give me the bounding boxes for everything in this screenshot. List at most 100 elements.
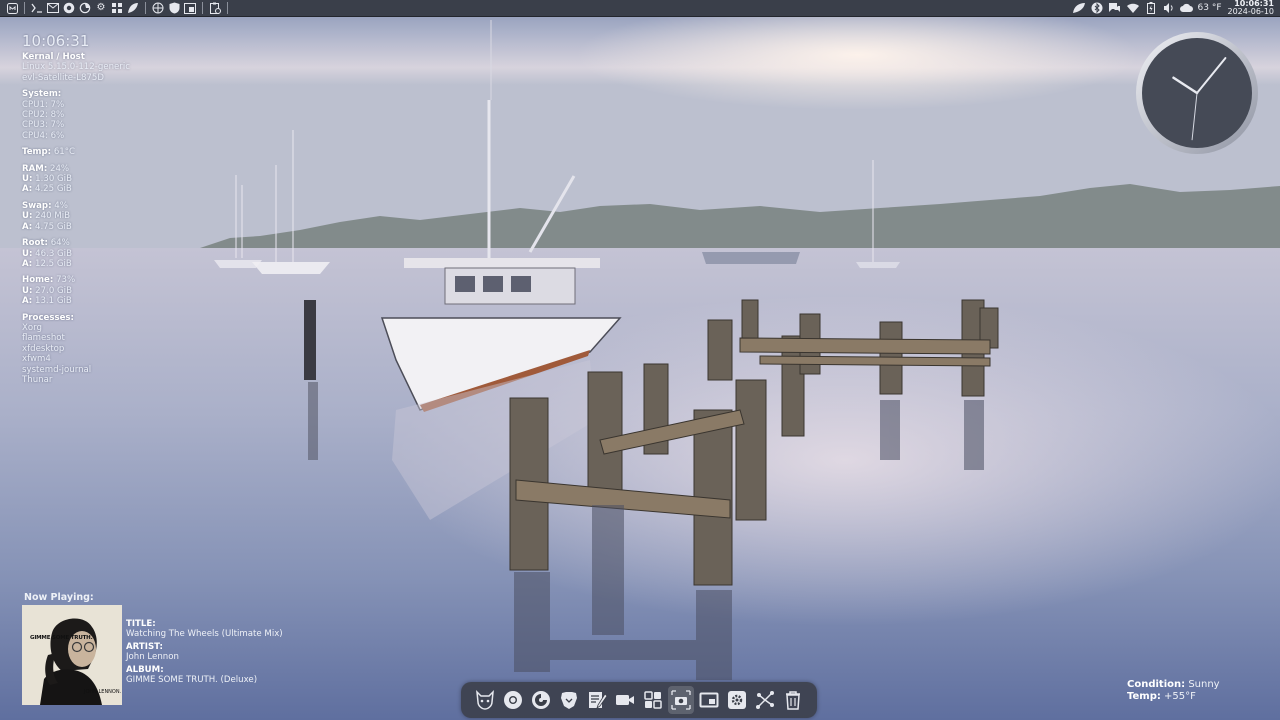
settings-gear-icon[interactable]: ⚙ xyxy=(94,1,108,15)
conky-process-item: xfwm4 xyxy=(22,354,51,365)
conky-cpu2: CPU2: 8% xyxy=(22,110,65,121)
shield-icon[interactable] xyxy=(167,1,181,15)
dock-item-video-camera[interactable] xyxy=(612,686,638,714)
conky-home-avail-value: 13.1 GiB xyxy=(34,296,72,307)
conky-system-header: System: xyxy=(22,89,62,100)
panel-separator xyxy=(202,2,203,14)
app-grid-icon xyxy=(644,691,662,709)
dock-item-text-editor[interactable] xyxy=(584,686,610,714)
conky-cpu3: CPU3: 7% xyxy=(22,120,65,131)
volume-icon[interactable] xyxy=(1162,1,1176,15)
dock-item-brave[interactable] xyxy=(556,686,582,714)
window-icon xyxy=(699,692,719,708)
conky-system-monitor: 10:06:31 Kernal / Host Linux 5.15.0-112-… xyxy=(22,32,130,385)
conky-swap-avail: A: 4.75 GiB xyxy=(22,222,130,232)
weather-temp-label: Temp: xyxy=(1127,691,1161,702)
conky-root-used-value: 46.3 GiB xyxy=(35,248,72,259)
conky-home-avail: A: 13.1 GiB xyxy=(22,296,130,306)
conky-swap-avail-label: A: xyxy=(22,221,33,232)
conky-ram-value: 24% xyxy=(50,163,70,174)
conky-root: Root: 64% xyxy=(22,238,130,248)
conky-host: evl-Satellite-L875D xyxy=(22,72,104,83)
weather-temp-value: +55°F xyxy=(1164,691,1196,702)
dock-item-screenshot[interactable] xyxy=(668,686,694,714)
leaf-tray-icon[interactable] xyxy=(1072,1,1086,15)
cat-face-icon xyxy=(476,689,494,710)
conky-kernel-header: Kernal / Host xyxy=(22,52,85,62)
dock-item-settings[interactable] xyxy=(724,686,750,714)
weather-condition-value: Sunny xyxy=(1188,679,1220,690)
wifi-icon[interactable] xyxy=(1126,1,1140,15)
conky-home-used-value: 27.0 GiB xyxy=(35,285,72,296)
text-editor-icon xyxy=(589,692,608,709)
screenshot-camera-icon xyxy=(671,690,691,710)
dock-item-trash[interactable] xyxy=(780,686,806,714)
firefox-icon[interactable] xyxy=(78,1,92,15)
conky-root-value: 64% xyxy=(50,238,70,249)
conky-process-item: Thunar xyxy=(22,374,53,385)
network-graph-icon xyxy=(756,691,774,709)
conky-temp-label: Temp: xyxy=(22,147,52,158)
browser-icon[interactable] xyxy=(62,1,76,15)
panel-launchers: ⚙ xyxy=(0,0,232,16)
dock-item-app-grid[interactable] xyxy=(640,686,666,714)
whisker-menu-icon[interactable] xyxy=(5,1,19,15)
conky-ram-avail: A: 4.25 GiB xyxy=(22,184,130,194)
top-panel: ⚙ 63 °F 10:06:31 2024-06-10 xyxy=(0,0,1280,17)
conky-swap: Swap: 4% xyxy=(22,201,130,211)
conky-process-item: systemd-journal xyxy=(22,364,92,375)
chat-icon[interactable] xyxy=(1108,1,1122,15)
panel-tray: 63 °F 10:06:31 2024-06-10 xyxy=(1070,0,1280,16)
conky-ram: RAM: 24% xyxy=(22,164,130,174)
dock-item-chrome[interactable] xyxy=(500,686,526,714)
leaf-app-icon[interactable] xyxy=(126,1,140,15)
panel-clock[interactable]: 10:06:31 2024-06-10 xyxy=(1228,0,1275,16)
conky-root-used-label: U: xyxy=(22,248,33,259)
terminal-icon[interactable] xyxy=(30,1,44,15)
mail-icon[interactable] xyxy=(46,1,60,15)
conky-processes-header: Processes: xyxy=(22,312,74,323)
conky-root-avail-value: 12.5 GiB xyxy=(34,258,72,269)
conky-root-avail-label: A: xyxy=(22,258,33,269)
desktop-wallpaper xyxy=(0,0,1280,720)
conky-root-avail: A: 12.5 GiB xyxy=(22,259,130,269)
conky-cpu4: CPU4: 6% xyxy=(22,130,65,141)
brave-lion-icon xyxy=(561,692,577,709)
clipboard-icon[interactable] xyxy=(208,1,222,15)
conky-home-used: U: 27.0 GiB xyxy=(22,286,130,296)
conky-swap-used-label: U: xyxy=(22,211,33,222)
conky-root-used: U: 46.3 GiB xyxy=(22,249,130,259)
cloud-weather-icon[interactable] xyxy=(1180,1,1194,15)
workspace-globe-icon[interactable] xyxy=(151,1,165,15)
chrome-icon xyxy=(504,691,522,709)
now-playing-artist: John Lennon xyxy=(126,651,179,662)
dock-item-window-manager[interactable] xyxy=(696,686,722,714)
now-playing-album: GIMME SOME TRUTH. (Deluxe) xyxy=(126,674,258,685)
file-manager-icon[interactable] xyxy=(110,1,124,15)
conky-swap-used: U: 240 MiB xyxy=(22,211,130,221)
conky-home-label: Home: xyxy=(22,275,54,286)
weather-temp: Temp: +55°F xyxy=(1127,691,1220,703)
conky-ram-avail-value: 4.25 GiB xyxy=(34,184,72,195)
conky-swap-used-value: 240 MiB xyxy=(35,211,70,222)
window-icon[interactable] xyxy=(183,1,197,15)
panel-weather-temp[interactable]: 63 °F xyxy=(1198,3,1222,13)
conky-temp-value: 61°C xyxy=(53,147,76,158)
battery-charging-icon[interactable] xyxy=(1144,1,1158,15)
firefox-icon xyxy=(532,691,550,709)
panel-separator xyxy=(227,2,228,14)
conky-root-label: Root: xyxy=(22,238,48,249)
weather-condition: Condition: Sunny xyxy=(1127,679,1220,691)
conky-swap-value: 4% xyxy=(54,200,68,211)
bluetooth-icon[interactable] xyxy=(1090,1,1104,15)
dock-item-network-graph[interactable] xyxy=(752,686,778,714)
album-art: GIMME SOME TRUTH. JOHN LENNON. xyxy=(22,605,122,705)
conky-temp: Temp: 61°C xyxy=(22,147,130,157)
dock-item-firefox[interactable] xyxy=(528,686,554,714)
album-art-artist: JOHN LENNON. xyxy=(84,689,122,695)
dock-item-cat-app[interactable] xyxy=(472,686,498,714)
video-camera-icon xyxy=(616,695,634,705)
weather-widget: Condition: Sunny Temp: +55°F xyxy=(1127,679,1220,703)
conky-process-item: flameshot xyxy=(22,333,65,344)
now-playing-header: Now Playing: xyxy=(24,592,94,603)
